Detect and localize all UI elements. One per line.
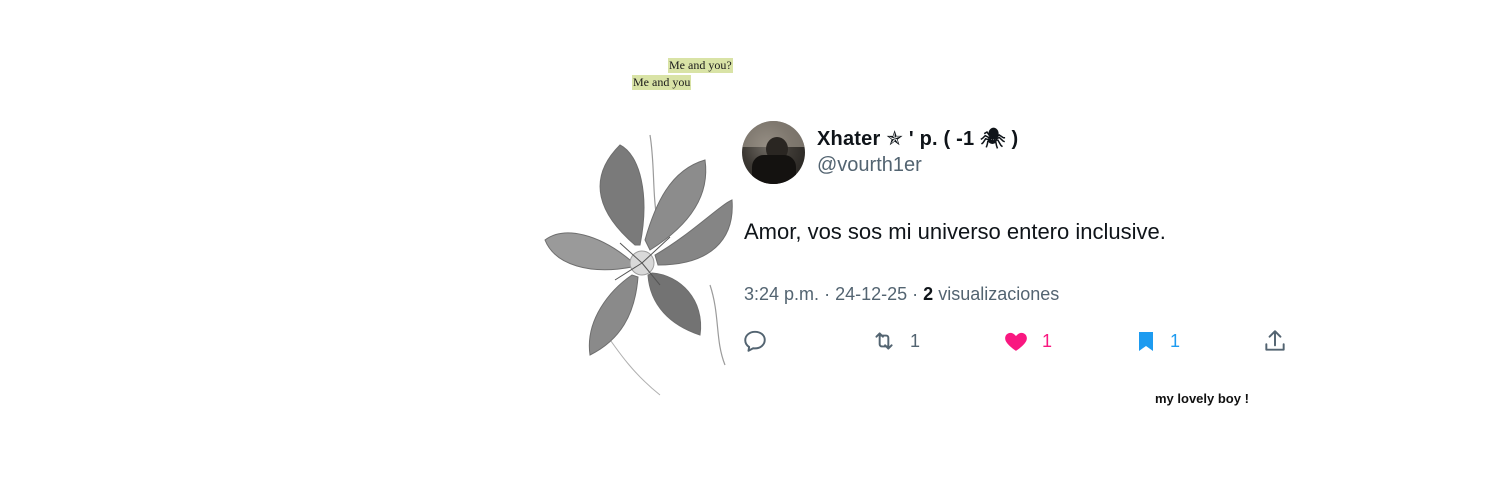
- reply-icon: [744, 330, 766, 352]
- note-me-and-you: Me and you: [632, 75, 692, 90]
- author-names: Xhater ✯ ' p. ( -1 🕷 ) @vourth1er: [817, 127, 1018, 177]
- bookmark-icon: [1139, 332, 1153, 351]
- note-me-and-you-question: Me and you?: [668, 58, 733, 73]
- heart-icon: [1005, 332, 1027, 351]
- bookmark-button[interactable]: 1: [1134, 324, 1180, 358]
- tweet-meta: 3:24 p.m. · 24-12-25 · 2 visualizaciones: [744, 283, 1059, 305]
- retweet-count: 1: [910, 331, 921, 351]
- reply-button[interactable]: [742, 324, 768, 358]
- tweet-date[interactable]: 24-12-25: [835, 284, 907, 304]
- share-button[interactable]: [1262, 324, 1288, 358]
- views-count: 2: [923, 284, 934, 304]
- bookmark-count: 1: [1170, 331, 1181, 351]
- retweet-button[interactable]: 1: [870, 324, 920, 358]
- meta-separator: ·: [824, 284, 831, 304]
- tweet-card: Xhater ✯ ' p. ( -1 🕷 ) @vourth1er Amor, …: [742, 120, 1302, 352]
- retweet-icon: [875, 332, 893, 350]
- display-name[interactable]: Xhater ✯ ' p. ( -1 🕷 ): [817, 127, 1018, 151]
- like-count: 1: [1042, 331, 1053, 351]
- tweet-header: Xhater ✯ ' p. ( -1 🕷 ) @vourth1er: [742, 120, 1302, 184]
- like-button[interactable]: 1: [1002, 324, 1052, 358]
- tweet-time[interactable]: 3:24 p.m.: [744, 284, 819, 304]
- meta-separator: ·: [912, 284, 919, 304]
- tweet-actions: 1 1 1: [742, 324, 1285, 358]
- avatar-body: [752, 154, 796, 184]
- lily-flower-illustration: [544, 134, 733, 396]
- tweet-text: Amor, vos sos mi universo entero inclusi…: [744, 219, 1166, 244]
- avatar[interactable]: [742, 120, 805, 184]
- share-icon: [1265, 330, 1285, 351]
- caption-text: my lovely boy !: [1155, 391, 1249, 406]
- views-label: visualizaciones: [938, 284, 1060, 304]
- user-handle[interactable]: @vourth1er: [817, 153, 1018, 177]
